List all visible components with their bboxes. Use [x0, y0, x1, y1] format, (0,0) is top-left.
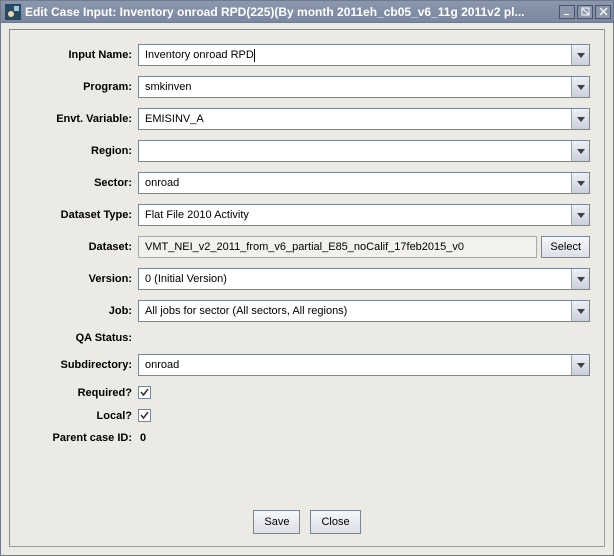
label-qa-status: QA Status: [24, 332, 132, 344]
version-value: 0 (Initial Version) [139, 269, 571, 289]
maximize-button[interactable] [577, 5, 593, 19]
version-field[interactable]: 0 (Initial Version) [138, 268, 590, 290]
region-field[interactable] [138, 140, 590, 162]
button-row: Save Close [10, 510, 604, 534]
label-envt-variable: Envt. Variable: [24, 113, 132, 125]
input-name-value: Inventory onroad RPD [145, 49, 254, 61]
subdirectory-field[interactable]: onroad [138, 354, 590, 376]
label-dataset-type: Dataset Type: [24, 209, 132, 221]
chevron-down-icon[interactable] [571, 141, 589, 161]
chevron-down-icon[interactable] [571, 355, 589, 375]
dataset-value: VMT_NEI_v2_2011_from_v6_partial_E85_noCa… [145, 241, 464, 253]
chevron-down-icon[interactable] [571, 77, 589, 97]
program-value: smkinven [139, 77, 571, 97]
chevron-down-icon[interactable] [571, 205, 589, 225]
job-value: All jobs for sector (All sectors, All re… [139, 301, 571, 321]
select-button[interactable]: Select [541, 236, 590, 258]
label-version: Version: [24, 273, 132, 285]
dataset-type-value: Flat File 2010 Activity [139, 205, 571, 225]
subdirectory-value: onroad [139, 355, 571, 375]
input-name-field[interactable]: Inventory onroad RPD [138, 44, 590, 66]
label-input-name: Input Name: [24, 49, 132, 61]
close-button[interactable]: Close [310, 510, 360, 534]
chevron-down-icon[interactable] [571, 269, 589, 289]
dataset-field: VMT_NEI_v2_2011_from_v6_partial_E85_noCa… [138, 236, 537, 258]
titlebar: Edit Case Input: Inventory onroad RPD(22… [1, 1, 613, 23]
label-required: Required? [24, 387, 132, 399]
label-region: Region: [24, 145, 132, 157]
window-title: Edit Case Input: Inventory onroad RPD(22… [25, 5, 559, 19]
label-parent-case-id: Parent case ID: [24, 432, 132, 444]
label-dataset: Dataset: [24, 241, 132, 253]
chevron-down-icon[interactable] [571, 301, 589, 321]
form: Input Name: Inventory onroad RPD Program… [24, 44, 590, 444]
chevron-down-icon[interactable] [571, 109, 589, 129]
dialog-window: Edit Case Input: Inventory onroad RPD(22… [0, 0, 614, 556]
save-button[interactable]: Save [253, 510, 300, 534]
label-program: Program: [24, 81, 132, 93]
minimize-button[interactable] [559, 5, 575, 19]
chevron-down-icon[interactable] [571, 45, 589, 65]
close-window-button[interactable] [595, 5, 611, 19]
envt-variable-field[interactable]: EMISINV_A [138, 108, 590, 130]
label-sector: Sector: [24, 177, 132, 189]
label-local: Local? [24, 410, 132, 422]
check-icon [139, 410, 150, 421]
region-value [139, 141, 571, 161]
chevron-down-icon[interactable] [571, 173, 589, 193]
dialog-content: Input Name: Inventory onroad RPD Program… [9, 29, 605, 547]
sector-value: onroad [139, 173, 571, 193]
envt-variable-value: EMISINV_A [139, 109, 571, 129]
label-subdirectory: Subdirectory: [24, 359, 132, 371]
required-checkbox[interactable] [138, 386, 151, 399]
job-field[interactable]: All jobs for sector (All sectors, All re… [138, 300, 590, 322]
app-icon [5, 4, 21, 20]
program-field[interactable]: smkinven [138, 76, 590, 98]
text-cursor [254, 49, 255, 62]
window-controls [559, 5, 611, 19]
dataset-type-field[interactable]: Flat File 2010 Activity [138, 204, 590, 226]
parent-case-id-value: 0 [138, 432, 146, 444]
local-checkbox[interactable] [138, 409, 151, 422]
label-job: Job: [24, 305, 132, 317]
check-icon [139, 387, 150, 398]
sector-field[interactable]: onroad [138, 172, 590, 194]
